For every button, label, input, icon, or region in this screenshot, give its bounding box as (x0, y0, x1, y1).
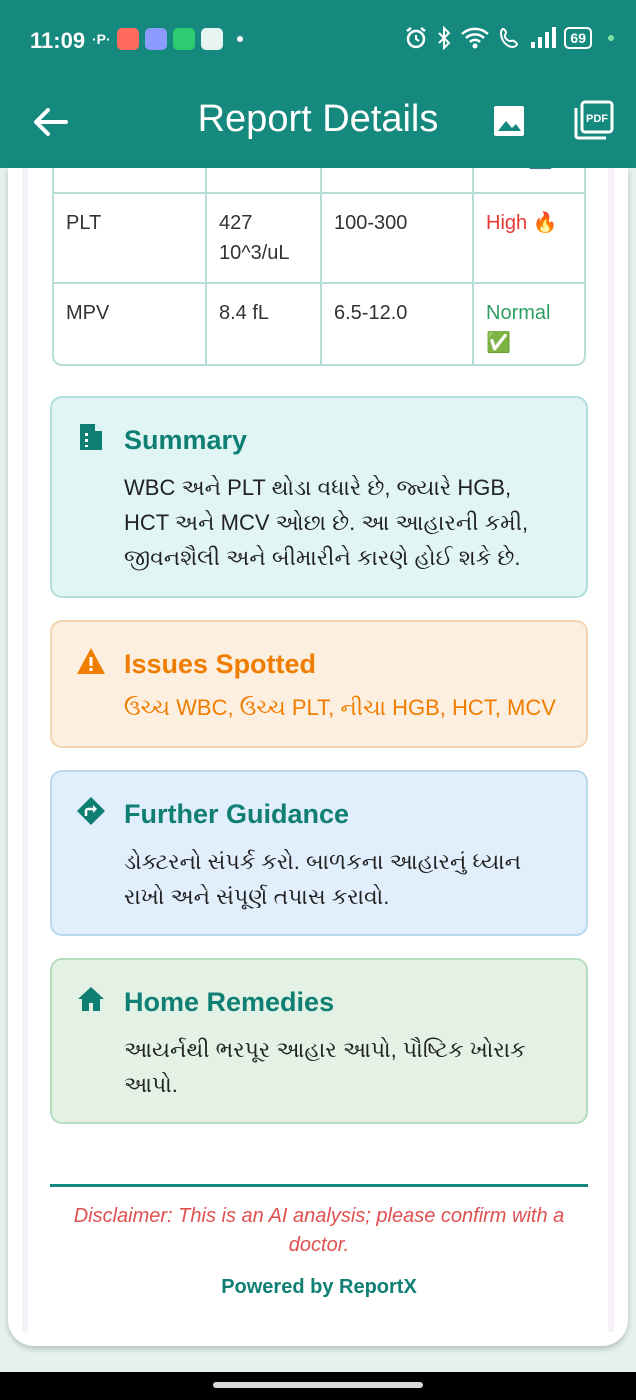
guidance-card: Further Guidance ડોક્ટરનો સંપર્ક કરો. બા… (50, 770, 588, 936)
document-icon (80, 424, 102, 450)
pdf-icon[interactable]: PDF (574, 100, 614, 140)
remedies-title: Home Remedies (124, 987, 335, 1017)
table-row: PLT 427 10^3/uL 100-300 High 🔥 (54, 192, 584, 284)
range-cell: 35.0-56.0 (320, 168, 474, 194)
image-icon[interactable] (492, 104, 526, 138)
test-name-cell: RDW-SD (54, 168, 207, 194)
phone-app-icon (172, 28, 195, 50)
value-cell: 34.0 fL (205, 168, 322, 194)
summary-text: WBC અને PLT થોડા વધારે છે, જ્યારે HGB, H… (124, 475, 529, 570)
page-title: Report Details (197, 98, 439, 140)
guidance-title: Further Guidance (124, 799, 350, 829)
notification-icons: ·P· (92, 28, 243, 50)
summary-card: Summary WBC અને PLT થોડા વધારે છે, જ્યાર… (50, 396, 588, 598)
home-icon (78, 987, 104, 1011)
content-frame: RDW-SD 34.0 fL 35.0-56.0 Low ⬇️ PLT 427 … (22, 168, 614, 1332)
content-sheet: RDW-SD 34.0 fL 35.0-56.0 Low ⬇️ PLT 427 … (8, 168, 628, 1346)
charging-dot (608, 35, 614, 41)
summary-title: Summary (124, 425, 248, 455)
more-notifications-dot (236, 36, 243, 42)
status-cell: High 🔥 (472, 192, 584, 284)
alarm-icon (406, 27, 427, 49)
svg-text:PDF: PDF (586, 113, 608, 125)
status-cell: Low ⬇️ (472, 168, 584, 194)
settings-app-icon (200, 28, 223, 50)
wifi-icon (461, 27, 490, 49)
disclaimer-text: Disclaimer: This is an AI analysis; plea… (73, 1205, 565, 1256)
guidance-text: ડોક્ટરનો સંપર્ક કરો. બાળકના આહારનું ધ્યા… (124, 849, 522, 909)
powered-by-text: Powered by ReportX (221, 1276, 417, 1298)
remedies-text: આયર્નથી ભરપૂર આહાર આપો, પૌષ્ટિક ખોરાક આપ… (124, 1037, 526, 1097)
range-cell: 6.5-12.0 (320, 282, 474, 364)
value-cell: 427 10^3/uL (205, 192, 322, 284)
system-icons: 69 (404, 26, 614, 50)
test-name-cell: PLT (54, 192, 207, 284)
wifi-call-icon (500, 27, 519, 49)
table-row: MPV 8.4 fL 6.5-12.0 Normal ✅ (54, 282, 584, 364)
test-name-cell: MPV (54, 282, 207, 364)
report-content[interactable]: RDW-SD 34.0 fL 35.0-56.0 Low ⬇️ PLT 427 … (28, 168, 608, 1332)
directions-icon (77, 797, 105, 825)
battery-indicator: 69 (564, 27, 592, 49)
system-nav-bar (0, 1372, 636, 1400)
status-time: 11:09 (30, 28, 86, 53)
range-cell: 100-300 (320, 192, 474, 284)
game-app-icon (116, 28, 139, 50)
status-bar: 11:09 ·P· 69 (0, 0, 636, 80)
app-bar: Report Details PDF (0, 80, 636, 168)
bluetooth-icon (438, 26, 451, 50)
p-indicator: ·P· (92, 31, 111, 47)
issues-card: Issues Spotted ઉચ્ચ WBC, ઉચ્ચ PLT, નીચા … (50, 620, 588, 748)
home-gesture-bar[interactable] (213, 1382, 423, 1388)
table-row: RDW-SD 34.0 fL 35.0-56.0 Low ⬇️ (54, 168, 584, 194)
status-cell: Normal ✅ (472, 282, 584, 364)
signal-icon (531, 27, 557, 48)
issues-title: Issues Spotted (124, 649, 317, 679)
footer-divider (50, 1184, 588, 1187)
warning-icon (77, 648, 105, 674)
gallery-app-icon (144, 28, 167, 50)
issues-text: ઉચ્ચ WBC, ઉચ્ચ PLT, નીચા HGB, HCT, MCV (124, 695, 556, 720)
remedies-card: Home Remedies આયર્નથી ભરપૂર આહાર આપો, પૌ… (50, 958, 588, 1124)
results-table: RDW-SD 34.0 fL 35.0-56.0 Low ⬇️ PLT 427 … (52, 168, 586, 366)
value-cell: 8.4 fL (205, 282, 322, 364)
